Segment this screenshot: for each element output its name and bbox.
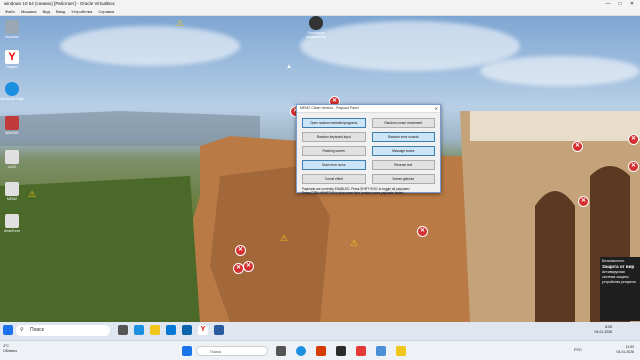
menu-help[interactable]: Справка [98,9,114,14]
desktop-icon-yandex[interactable]: Y Яндекс [0,50,24,69]
host-menubar: Файл Машина Вид Ввод Устройства Справка [0,8,640,16]
warning-icon: ⚠ [28,189,37,199]
security-notification[interactable]: Безопасность Защита от вир Антивирусная … [600,257,640,321]
desktop-icon-label: Корзина [5,35,19,39]
error-icon: ✕ [572,141,583,152]
dialog-note-line: Press CTRL+SHIFT+S to skip some time (ma… [302,191,404,195]
task-view-icon[interactable] [118,325,128,335]
desktop-icon-label: Microsoft Edge [0,97,24,101]
desktop-icon-recycle-bin[interactable]: Корзина [0,20,24,39]
file-icon [5,182,19,196]
yandex-taskbar-icon[interactable]: Y [198,325,208,335]
host-taskbar-app-icon[interactable] [276,346,286,356]
weather-widget[interactable]: 4°C Облачно [3,344,17,354]
explorer-taskbar-icon[interactable] [150,325,160,335]
host-window-titlebar: windows 10 64 (снимок) [Работает] - Orac… [0,0,640,8]
edge-icon [5,82,19,96]
guest-clock[interactable]: 8:05 04.01.2026 [594,325,612,335]
error-icon: ✕ [417,226,428,237]
desktop-icon-file[interactable]: xc24 [0,150,24,169]
file-icon [5,214,19,228]
payload-button-grid: Open random websites/programs Random cur… [297,113,440,184]
menu-devices[interactable]: Устройства [71,9,92,14]
host-yandex-icon[interactable] [356,346,366,356]
edge-taskbar-icon[interactable] [134,325,144,335]
menu-machine[interactable]: Машина [21,9,36,14]
warning-icon: ⚠ [350,238,359,248]
recycle-bin-icon [5,20,19,34]
message-boxes-button[interactable]: Message boxes [371,146,435,156]
error-icon: ✕ [628,161,639,172]
memz-taskbar-icon[interactable] [214,325,224,335]
host-window-title: windows 10 64 (снимок) [Работает] - Orac… [4,1,115,6]
host-edge-icon[interactable] [296,346,306,356]
dialog-titlebar: MEMZ Clean Version - Payload Panel ✕ [297,105,440,113]
start-icon[interactable] [3,325,13,335]
host-clock[interactable]: 11:53 04.01.2026 [616,345,634,355]
screen-glitches-button[interactable]: Screen glitches [371,174,435,184]
random-error-sounds-button[interactable]: Random error sounds [371,132,435,142]
dialog-close-button[interactable]: ✕ [435,105,438,112]
host-app-icon[interactable] [336,346,346,356]
host-virtualbox-icon[interactable] [376,346,386,356]
minimize-button[interactable]: — [602,0,614,8]
search-placeholder: Поиск [30,327,44,333]
open-random-websites-button[interactable]: Open random websites/programs [302,118,366,128]
desktop-icon-edge[interactable]: Microsoft Edge [0,82,24,101]
dialog-note: Payloads are currently ENABLED. Press SH… [297,184,440,195]
host-search-box[interactable]: Поиск [196,346,268,356]
close-button[interactable]: ✕ [626,0,638,8]
host-explorer-icon[interactable] [396,346,406,356]
notification-body: Антивирусная система защиты устройства у… [602,270,636,284]
desktop-icon-label: Яндекс [6,65,18,69]
mail-taskbar-icon[interactable] [182,325,192,335]
guest-search-box[interactable]: ⚲ Поиск [16,325,110,336]
windows-start-icon[interactable] [182,346,192,356]
menu-view[interactable]: Вид [43,9,50,14]
desktop-icon-label: Отключить расширения [305,31,327,39]
store-taskbar-icon[interactable] [166,325,176,335]
host-search-placeholder: Поиск [210,349,222,354]
warning-icon: ⚠ [176,18,185,28]
payload-panel-dialog: MEMZ Clean Version - Payload Panel ✕ Ope… [296,104,441,195]
menu-file[interactable]: Файл [5,9,15,14]
desktop-icon-memz[interactable]: MEMZ [0,182,24,201]
winrar-icon [5,116,19,130]
language-indicator[interactable]: РУС [574,347,582,352]
reverse-text-button[interactable]: Reverse text [371,160,435,170]
maximize-button[interactable]: □ [614,0,626,8]
flashing-screen-button[interactable]: Flashing screen [302,146,366,156]
error-icon: ✕ [578,196,589,207]
yandex-icon: Y [5,50,19,64]
dialog-title: MEMZ Clean Version - Payload Panel [300,106,359,110]
desktop-icon-exe[interactable]: dmsr8 exe [0,214,24,233]
error-icon: ✕ [628,134,639,145]
desktop-icon-winrar[interactable]: WinRAR [0,116,24,135]
guest-taskbar: ⚲ Поиск Y 8:05 04.01.2026 [0,322,640,340]
host-clock-date: 04.01.2026 [616,350,634,354]
guest-clock-date: 04.01.2026 [594,330,612,334]
host-app-icon[interactable] [316,346,326,356]
desktop-icon-label: xc24 [8,165,16,169]
desktop-icon-label: dmsr8 exe [3,229,21,233]
file-icon [5,150,19,164]
magnifier-icon: ⚲ [20,327,24,333]
error-icon: ✕ [243,261,254,272]
mouse-cursor-icon: ▲ [286,64,292,70]
error-icon: ✕ [235,245,246,256]
draw-error-icons-button[interactable]: Draw error icons [302,160,366,170]
warning-icon: ⚠ [280,233,289,243]
host-taskbar: 4°C Облачно Поиск РУС 11:53 04.01.2026 [0,340,640,360]
desktop-icon-label: WinRAR [5,131,19,135]
weather-desc: Облачно [3,349,18,353]
random-cursor-movement-button[interactable]: Random cursor movement [371,118,435,128]
desktop-icon-label: MEMZ [6,197,18,201]
menu-input[interactable]: Ввод [56,9,65,14]
host-window-controls: — □ ✕ [602,0,638,8]
desktop-icon-shortcut[interactable]: Отключить расширения [304,16,328,39]
random-keyboard-input-button[interactable]: Random keyboard input [302,132,366,142]
tunnel-effect-button[interactable]: Tunnel effect [302,174,366,184]
settings-icon [309,16,323,30]
